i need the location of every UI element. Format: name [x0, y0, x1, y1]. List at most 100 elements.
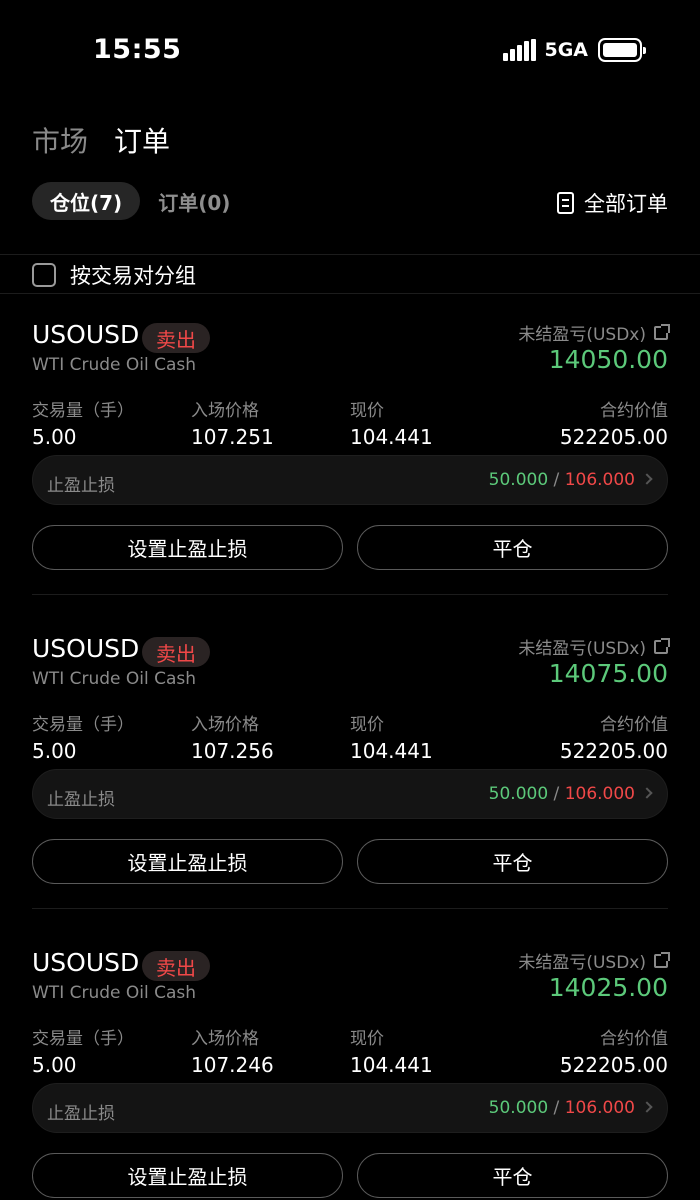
set-tp-sl-button[interactable]: 设置止盈止损: [32, 525, 343, 570]
chevron-right-icon: [641, 1101, 653, 1113]
entry-price-label: 入场价格: [191, 401, 259, 421]
tp-sl-row[interactable]: 止盈止损 50.000 / 106.000: [32, 1083, 668, 1133]
symbol: USOUSD: [32, 948, 140, 977]
pnl-label-text: 未结盈亏(USDx): [518, 953, 646, 973]
tab-positions[interactable]: 仓位(7): [32, 182, 141, 220]
top-nav: 市场 订单: [32, 120, 170, 160]
volume-label: 交易量（手）: [32, 401, 134, 421]
pnl-value: 14075.00: [548, 659, 668, 688]
set-tp-sl-button[interactable]: 设置止盈止损: [32, 1153, 343, 1198]
volume-label: 交易量（手）: [32, 715, 134, 735]
metric-contract-value: 合约价值 522205.00: [560, 396, 668, 449]
stop-loss-value: 106.000: [564, 1098, 635, 1118]
take-profit-value: 50.000: [488, 784, 549, 804]
position-card: USOUSD 卖出 WTI Crude Oil Cash 未结盈亏(USDx) …: [32, 300, 670, 614]
current-price-label: 现价: [350, 401, 384, 421]
take-profit-value: 50.000: [488, 470, 549, 490]
sub-tabs: 仓位(7) 订单(0): [32, 182, 248, 220]
tp-sl-row[interactable]: 止盈止损 50.000 / 106.000: [32, 455, 668, 505]
contract-value-value: 522205.00: [559, 425, 668, 449]
current-price-value: 104.441: [350, 1053, 433, 1077]
metric-current-price: 现价 104.441: [350, 710, 433, 763]
entry-price-label: 入场价格: [191, 715, 259, 735]
tp-sl-separator: /: [553, 1098, 560, 1118]
close-position-button[interactable]: 平仓: [357, 1153, 668, 1198]
group-checkbox[interactable]: [32, 263, 56, 287]
divider: [0, 293, 700, 294]
metric-volume: 交易量（手） 5.00: [32, 1024, 134, 1077]
current-price-label: 现价: [350, 1029, 384, 1049]
tp-sl-values: 50.000 / 106.000: [489, 1098, 635, 1118]
symbol: USOUSD: [32, 634, 140, 663]
set-tp-sl-button[interactable]: 设置止盈止损: [32, 839, 343, 884]
network-type: 5GA: [544, 39, 588, 61]
stop-loss-value: 106.000: [564, 784, 635, 804]
position-card: USOUSD 卖出 WTI Crude Oil Cash 未结盈亏(USDx) …: [32, 928, 670, 1200]
metric-entry-price: 入场价格 107.251: [191, 396, 274, 449]
tp-sl-separator: /: [553, 784, 560, 804]
pnl-label[interactable]: 未结盈亏(USDx): [518, 948, 670, 973]
all-orders-label: 全部订单: [584, 192, 668, 216]
tab-orders[interactable]: 订单: [114, 120, 170, 160]
divider: [32, 908, 668, 909]
pnl-value: 14025.00: [548, 973, 668, 1002]
stop-loss-value: 106.000: [564, 470, 635, 490]
tp-sl-label: 止盈止损: [47, 790, 115, 810]
pnl-value: 14050.00: [548, 345, 668, 374]
divider: [0, 254, 700, 255]
instrument-description: WTI Crude Oil Cash: [32, 355, 197, 375]
instrument-description: WTI Crude Oil Cash: [32, 669, 197, 689]
group-by-pair-toggle[interactable]: 按交易对分组: [32, 260, 196, 290]
external-link-icon[interactable]: [654, 951, 670, 968]
close-position-button[interactable]: 平仓: [357, 525, 668, 570]
entry-price-label: 入场价格: [191, 1029, 259, 1049]
tab-pending-orders[interactable]: 订单(0): [140, 182, 248, 220]
contract-value-label: 合约价值: [600, 401, 668, 421]
metric-current-price: 现价 104.441: [350, 1024, 433, 1077]
contract-value-label: 合约价值: [600, 1029, 668, 1049]
battery-icon: [598, 38, 646, 62]
instrument-description: WTI Crude Oil Cash: [32, 983, 197, 1003]
contract-value-label: 合约价值: [600, 715, 668, 735]
tp-sl-label: 止盈止损: [47, 1104, 115, 1124]
entry-price-value: 107.251: [191, 425, 274, 449]
pnl-label[interactable]: 未结盈亏(USDx): [518, 634, 670, 659]
take-profit-value: 50.000: [488, 1098, 549, 1118]
metric-entry-price: 入场价格 107.246: [191, 1024, 274, 1077]
pnl-label-text: 未结盈亏(USDx): [518, 325, 646, 345]
close-position-button[interactable]: 平仓: [357, 839, 668, 884]
chevron-right-icon: [641, 473, 653, 485]
volume-value: 5.00: [32, 739, 77, 763]
tab-market[interactable]: 市场: [32, 120, 88, 160]
side-badge: 卖出: [142, 951, 210, 981]
group-toggle-label: 按交易对分组: [70, 264, 196, 288]
volume-label: 交易量（手）: [32, 1029, 134, 1049]
side-badge: 卖出: [142, 637, 210, 667]
pnl-label[interactable]: 未结盈亏(USDx): [518, 320, 670, 345]
signal-icon: [503, 39, 537, 61]
tp-sl-label: 止盈止损: [47, 476, 115, 496]
side-badge: 卖出: [142, 323, 210, 353]
tp-sl-row[interactable]: 止盈止损 50.000 / 106.000: [32, 769, 668, 819]
position-card: USOUSD 卖出 WTI Crude Oil Cash 未结盈亏(USDx) …: [32, 614, 670, 928]
metric-entry-price: 入场价格 107.256: [191, 710, 274, 763]
status-indicators: 5GA: [503, 38, 646, 62]
status-time: 15:55: [93, 34, 182, 65]
current-price-value: 104.441: [350, 425, 433, 449]
divider: [32, 594, 668, 595]
symbol: USOUSD: [32, 320, 140, 349]
chevron-right-icon: [641, 787, 653, 799]
external-link-icon[interactable]: [654, 637, 670, 654]
metric-current-price: 现价 104.441: [350, 396, 433, 449]
current-price-value: 104.441: [350, 739, 433, 763]
document-icon: [557, 192, 574, 214]
contract-value-value: 522205.00: [559, 1053, 668, 1077]
metric-contract-value: 合约价值 522205.00: [560, 1024, 668, 1077]
tp-sl-values: 50.000 / 106.000: [489, 470, 635, 490]
current-price-label: 现价: [350, 715, 384, 735]
all-orders-button[interactable]: 全部订单: [557, 188, 668, 218]
entry-price-value: 107.256: [191, 739, 274, 763]
volume-value: 5.00: [32, 1053, 77, 1077]
external-link-icon[interactable]: [654, 323, 670, 340]
entry-price-value: 107.246: [191, 1053, 274, 1077]
